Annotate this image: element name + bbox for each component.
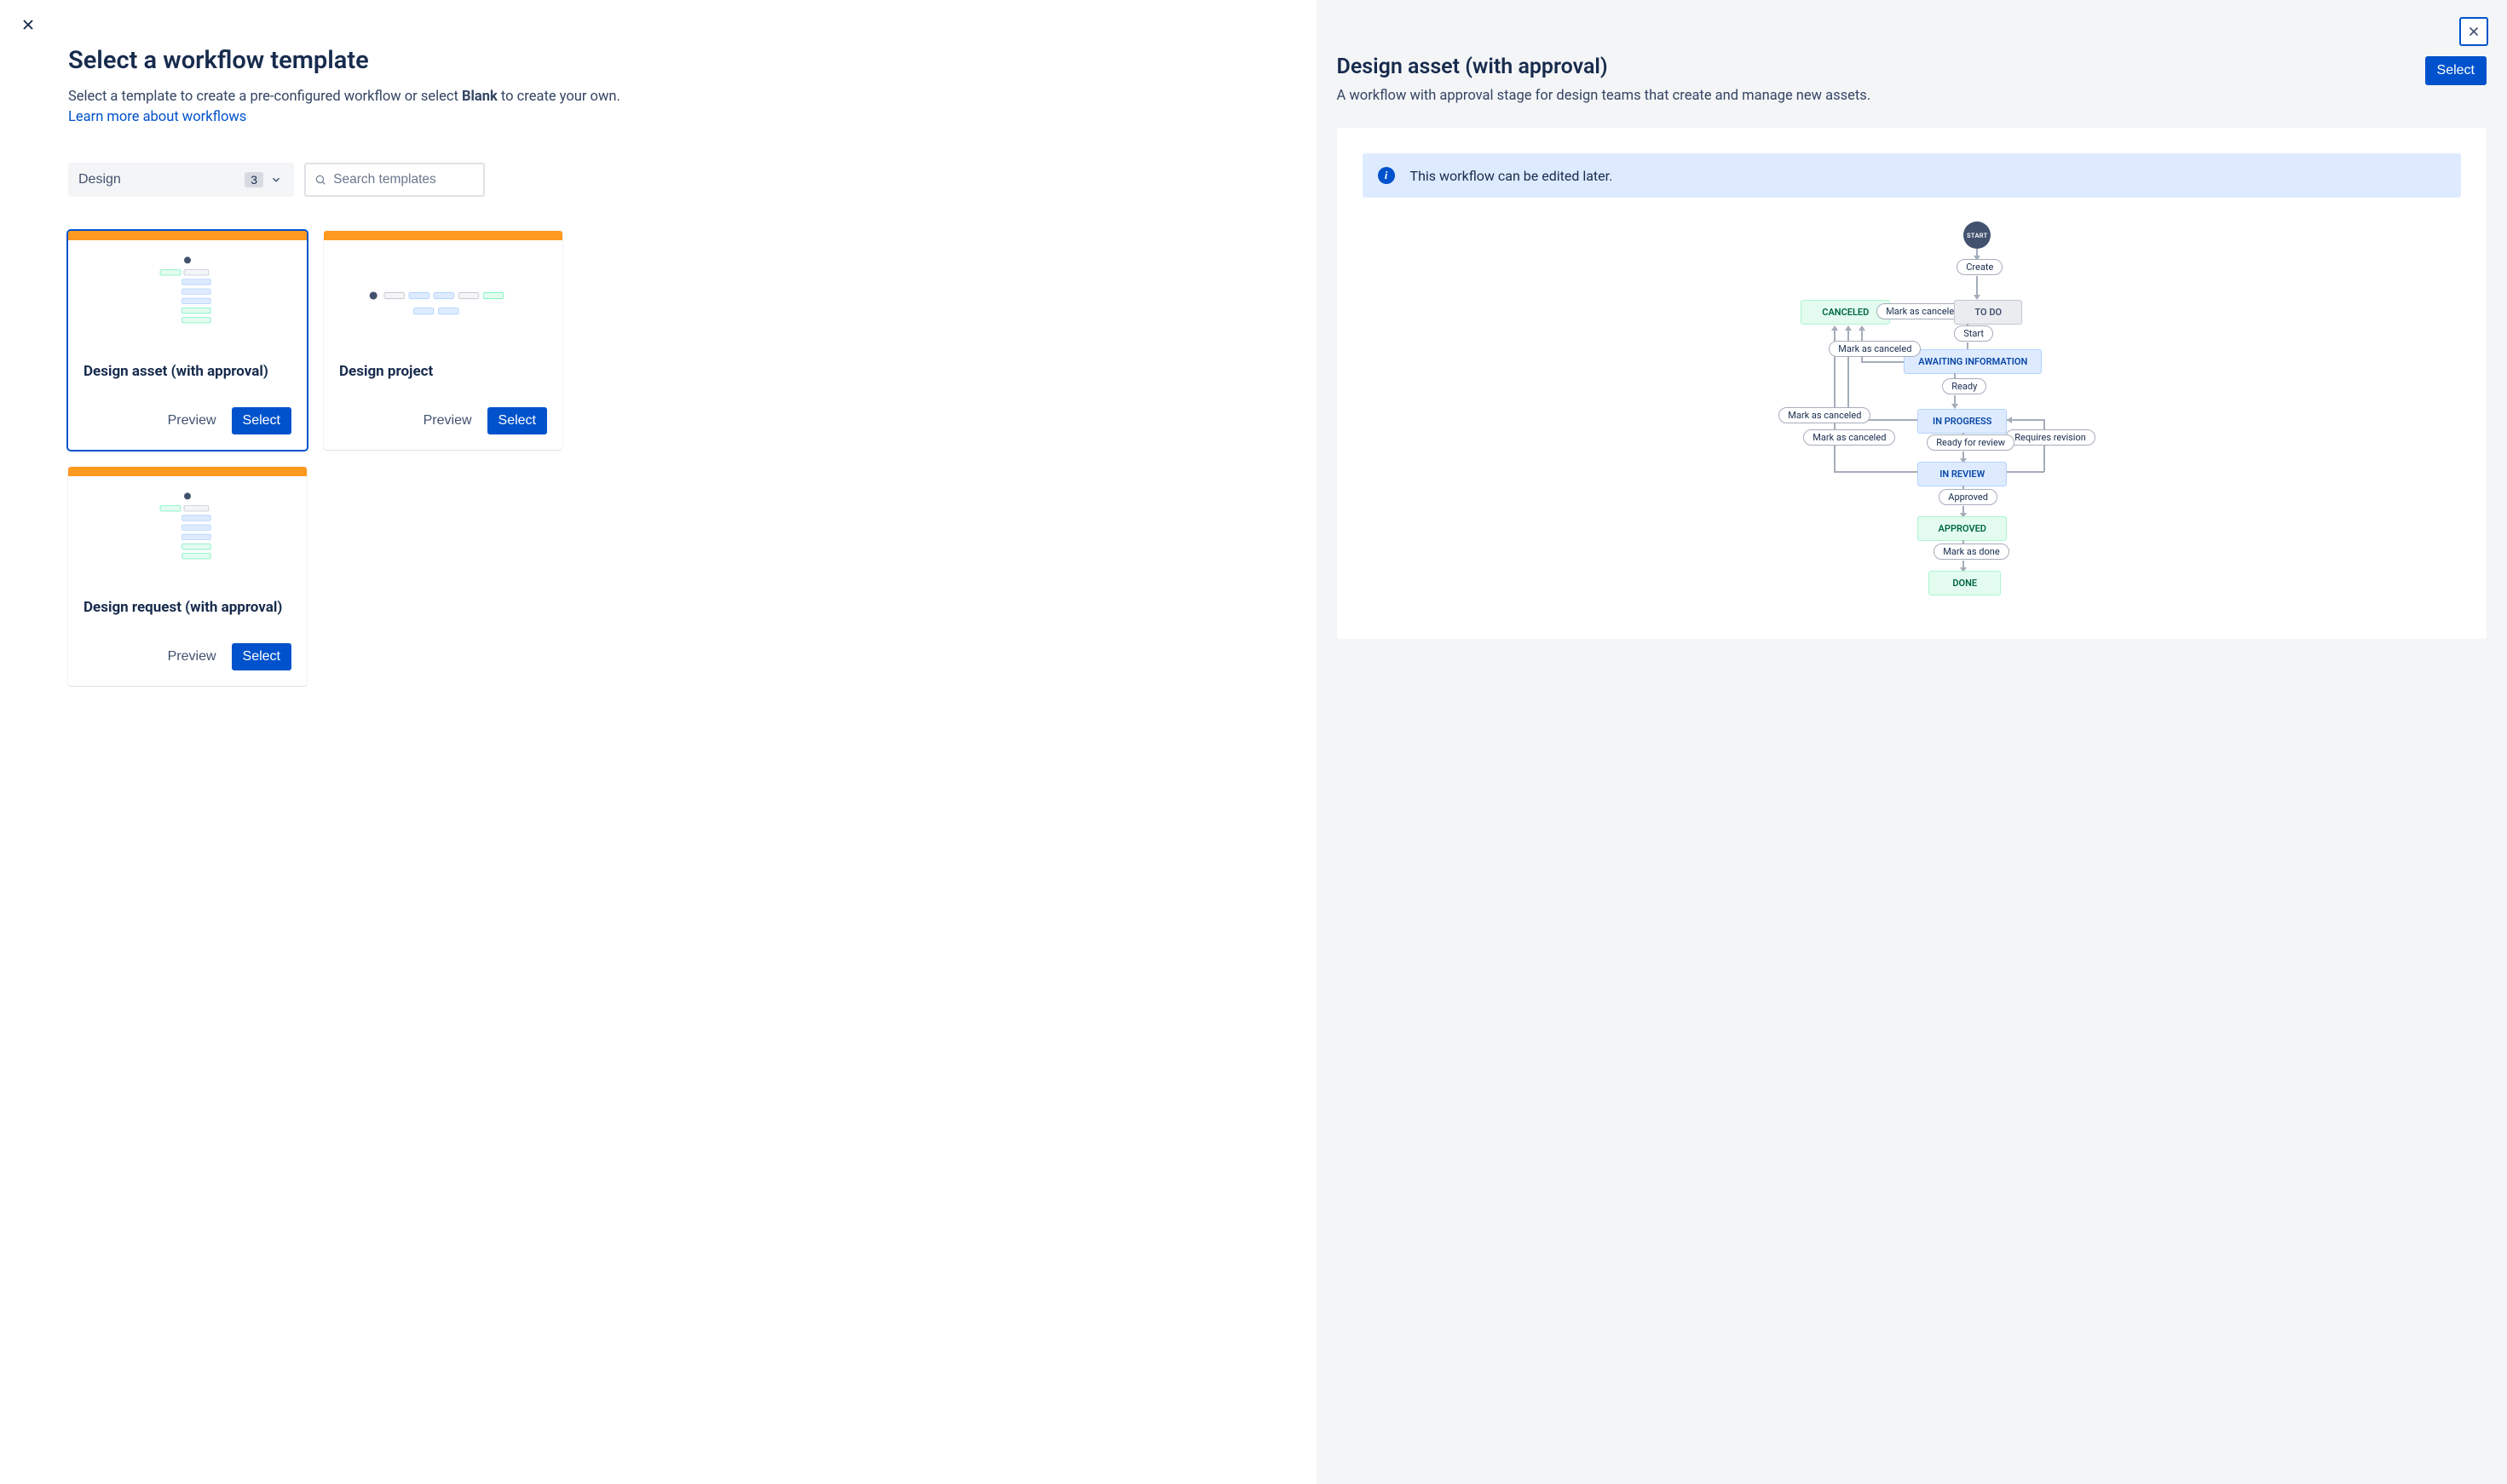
workflow-transition: Mark as canceled [1803,429,1895,446]
preview-button[interactable]: Preview [159,408,225,434]
workflow-transition: Requires revision [2005,429,2095,446]
template-card[interactable]: Design asset (with approval) Preview Sel… [68,231,307,450]
learn-more-link[interactable]: Learn more about workflows [68,109,246,125]
close-button[interactable] [17,14,39,36]
page-title: Select a workflow template [68,46,1248,75]
info-banner: i This workflow can be edited later. [1363,153,2461,198]
category-filter-dropdown[interactable]: Design 3 [68,163,294,197]
select-button[interactable]: Select [232,407,291,434]
card-accent-bar [68,231,307,240]
workflow-status-in-progress: IN PROGRESS [1917,409,2007,434]
template-thumbnail [68,476,307,587]
workflow-transition: Ready for review [1927,434,2014,451]
close-preview-button[interactable] [2459,17,2488,46]
workflow-status-todo: TO DO [1954,300,2022,325]
preview-button[interactable]: Preview [415,408,481,434]
preview-panel: Design asset (with approval) A workflow … [1317,0,2507,1484]
template-thumbnail [324,240,562,351]
preview-button[interactable]: Preview [159,644,225,670]
template-card[interactable]: Design request (with approval) Preview S… [68,467,307,686]
workflow-transition: Mark as done [1934,544,2008,560]
preview-title: Design asset (with approval) [1337,55,2408,79]
template-card-title: Design project [339,363,547,380]
workflow-transition: Start [1954,325,1993,342]
workflow-status-done: DONE [1928,571,2001,595]
workflow-transition: Mark as canceled [1778,407,1870,423]
search-icon [314,173,326,187]
workflow-preview-card: i This workflow can be edited later. STA… [1337,128,2487,639]
search-input[interactable] [333,172,475,187]
select-button[interactable]: Select [487,407,547,434]
close-icon [2467,25,2481,38]
category-filter-label: Design [78,172,121,187]
card-accent-bar [324,231,562,240]
close-icon [20,17,36,32]
info-icon: i [1378,167,1395,184]
select-button[interactable]: Select [232,643,291,670]
preview-select-button[interactable]: Select [2425,56,2487,85]
workflow-status-approved: APPROVED [1917,516,2007,541]
workflow-diagram: START Create CANCELED Mark as canceled T… [1363,221,2461,613]
workflow-transition: Approved [1939,489,1997,505]
workflow-status-awaiting: AWAITING INFORMATION [1904,349,2042,374]
template-selection-panel: Select a workflow template Select a temp… [0,0,1317,1484]
category-count-badge: 3 [245,172,263,187]
chevron-down-icon [270,174,282,186]
template-thumbnail [68,240,307,351]
template-card[interactable]: Design project Preview Select [324,231,562,450]
page-description: Select a template to create a pre-config… [68,87,1248,108]
workflow-status-in-review: IN REVIEW [1917,462,2007,486]
info-message: This workflow can be edited later. [1410,168,1613,184]
workflow-transition: Mark as canceled [1829,341,1921,357]
card-accent-bar [68,467,307,476]
search-field-wrapper[interactable] [304,163,485,197]
preview-description: A workflow with approval stage for desig… [1337,88,2408,104]
workflow-start-node: START [1963,221,1991,249]
workflow-transition: Ready [1942,378,1986,394]
template-card-title: Design request (with approval) [84,599,291,616]
template-card-title: Design asset (with approval) [84,363,291,380]
workflow-transition: Create [1957,259,2003,275]
